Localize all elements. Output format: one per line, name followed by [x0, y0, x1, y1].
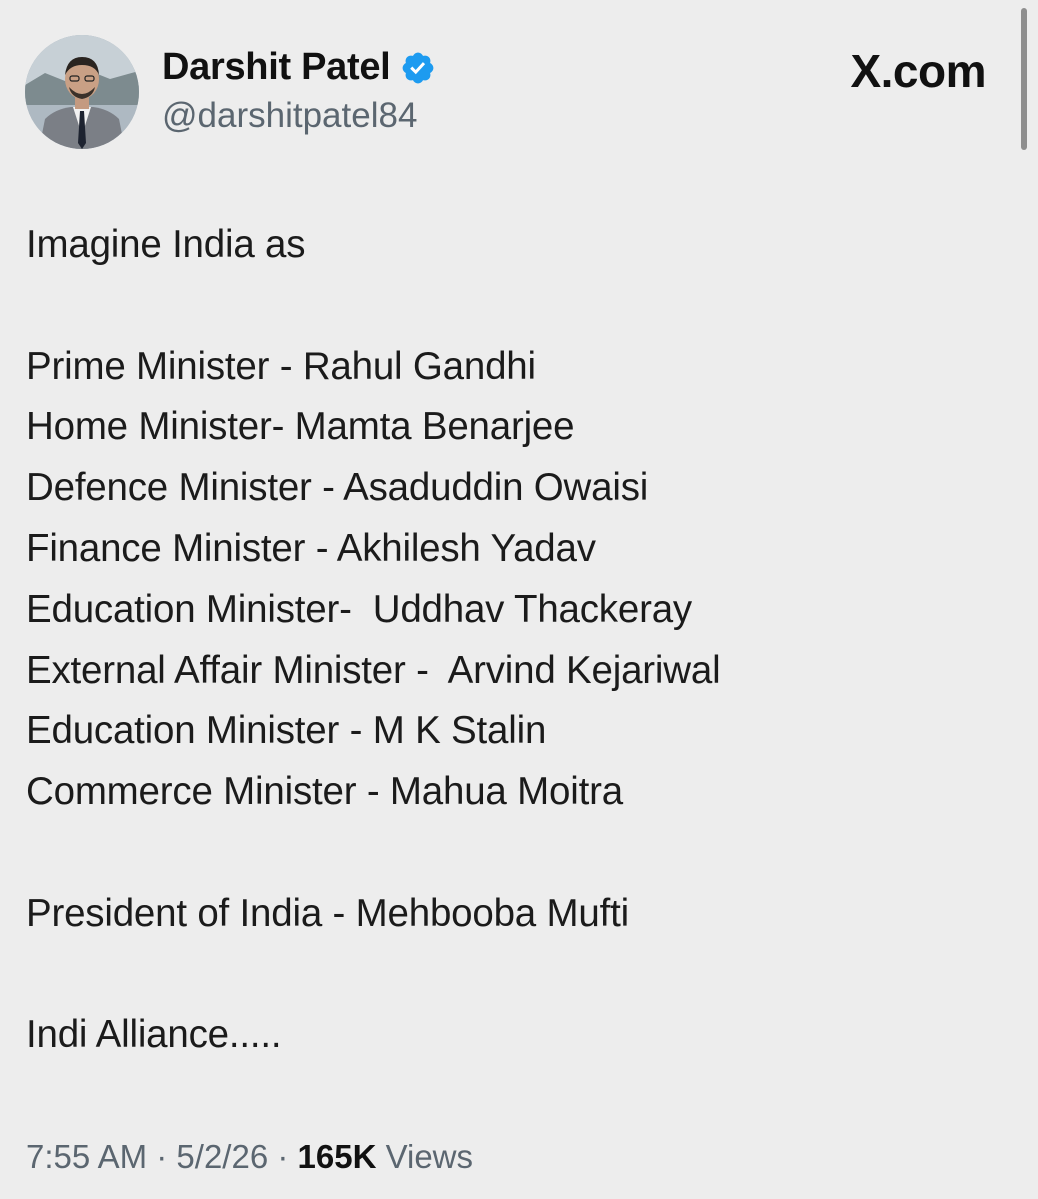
- source-label: X.com: [850, 45, 986, 97]
- tweet-line: Education Minister- Uddhav Thackeray: [26, 587, 692, 631]
- tweet-line: Commerce Minister - Mahua Moitra: [26, 770, 623, 814]
- tweet-line: Prime Minister - Rahul Gandhi: [26, 344, 536, 388]
- tweet-line: Home Minister- Mamta Benarjee: [26, 405, 575, 449]
- scrollbar[interactable]: [1018, 0, 1030, 160]
- tweet-line: Defence Minister - Asaduddin Owaisi: [26, 466, 649, 510]
- avatar[interactable]: [25, 35, 139, 149]
- tweet-line: Imagine India as: [26, 223, 306, 266]
- tweet-time[interactable]: 7:55 AM: [26, 1138, 147, 1175]
- tweet-text: Imagine India as Prime Minister - Rahul …: [26, 215, 1006, 1066]
- author-name-row[interactable]: Darshit Patel: [162, 46, 436, 89]
- author-handle[interactable]: @darshitpatel84: [162, 96, 417, 136]
- tweet-date[interactable]: 5/2/26: [176, 1138, 268, 1175]
- tweet-line: [26, 823, 1006, 884]
- tweet-line: [26, 276, 1006, 337]
- meta-separator: ·: [156, 1138, 168, 1175]
- tweet-line: President of India - Mehbooba Mufti: [26, 891, 629, 935]
- tweet-line: [26, 945, 1006, 1006]
- tweet-line: Finance Minister - Akhilesh Yadav: [26, 526, 596, 570]
- verified-badge-icon: [403, 52, 434, 83]
- views-label[interactable]: Views: [386, 1138, 473, 1175]
- scrollbar-thumb[interactable]: [1021, 8, 1027, 150]
- profile-photo-icon: [25, 35, 139, 149]
- author-name[interactable]: Darshit Patel: [162, 46, 391, 89]
- tweet-line: Education Minister - M K Stalin: [26, 709, 547, 753]
- tweet-line: Indi Alliance.....: [26, 1013, 282, 1057]
- tweet-meta: 7:55 AM · 5/2/26 · 165K Views: [26, 1138, 473, 1176]
- tweet-line: External Affair Minister - Arvind Kejari…: [26, 648, 721, 692]
- meta-separator: ·: [277, 1138, 289, 1175]
- views-count[interactable]: 165K: [298, 1138, 377, 1175]
